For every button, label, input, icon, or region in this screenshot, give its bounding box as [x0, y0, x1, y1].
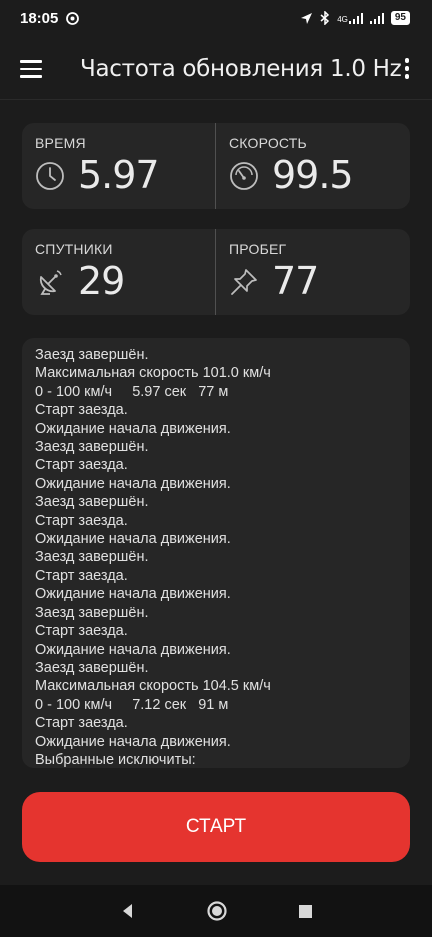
- status-time: 18:05: [20, 9, 59, 27]
- speed-cell: СКОРОСТЬ 99.5: [216, 123, 396, 209]
- status-right: 4G 95: [300, 11, 410, 25]
- stats-card-top: ВРЕМЯ 5.97 СКОРОСТЬ 99.5: [22, 123, 410, 209]
- log-line: Ожидание начала движения.: [35, 475, 231, 492]
- satellite-icon: [39, 270, 62, 295]
- distance-cell: ПРОБЕГ 77: [216, 229, 396, 315]
- log-line: Максимальная скорость 104.5 км/ч: [35, 678, 271, 695]
- log-line: Ожидание начала движения.: [35, 586, 231, 603]
- network-type: 4G: [337, 12, 363, 24]
- time-label: ВРЕМЯ: [35, 135, 86, 151]
- satellites-label: СПУТНИКИ: [35, 241, 113, 257]
- clock-icon: [36, 162, 64, 190]
- page-title: Частота обновления 1.0 Hz: [80, 56, 402, 82]
- log-line: 0 - 100 км/ч 5.97 сек 77 м: [35, 383, 229, 400]
- log-line: Старт заезда.: [35, 512, 128, 529]
- satellites-value: 29: [78, 259, 125, 303]
- log-line: Старт заезда.: [35, 457, 128, 474]
- log-line: Старт заезда.: [35, 567, 128, 584]
- app-bar: Частота обновления 1.0 Hz: [0, 38, 432, 100]
- log-line: Старт заезда.: [35, 715, 128, 732]
- location-arrow-icon: [301, 12, 313, 24]
- status-left: 18:05: [20, 9, 80, 27]
- log-line: Заезд завершён.: [35, 549, 149, 566]
- speed-label: СКОРОСТЬ: [229, 135, 307, 151]
- log-line: Старт заезда.: [35, 623, 128, 640]
- notification-icon: [66, 11, 80, 25]
- recents-icon[interactable]: [298, 904, 313, 919]
- distance-label: ПРОБЕГ: [229, 241, 287, 257]
- navigation-bar: [0, 885, 432, 937]
- log-line: Заезд завершён.: [35, 659, 149, 676]
- log-line: Заезд завершён.: [35, 347, 149, 363]
- speed-value: 99.5: [272, 153, 354, 197]
- log-line: Ожидание начала движения.: [35, 420, 231, 437]
- pin-icon: [231, 269, 257, 295]
- bluetooth-icon: [320, 11, 330, 25]
- log-line: Выбранные исключиты:: [35, 751, 196, 768]
- log-line: Ожидание начала движения.: [35, 641, 231, 658]
- distance-value: 77: [272, 259, 319, 303]
- log-line: Заезд завершён.: [35, 439, 149, 456]
- log-line: Ожидание начала движения.: [35, 733, 231, 750]
- home-icon[interactable]: [206, 900, 228, 922]
- log-line: Старт заезда.: [35, 402, 128, 419]
- battery-indicator: 95: [390, 11, 410, 25]
- log-line: Заезд завершён.: [35, 604, 149, 621]
- time-value: 5.97: [78, 153, 160, 197]
- status-bar: 18:05 4G 95: [0, 0, 432, 36]
- speedometer-icon: [230, 162, 258, 190]
- stats-card-bottom: СПУТНИКИ 29 ПРОБЕГ 77: [22, 229, 410, 315]
- satellites-cell: СПУТНИКИ 29: [22, 229, 202, 315]
- start-button[interactable]: СТАРТ: [22, 792, 410, 862]
- back-icon[interactable]: [120, 903, 136, 919]
- log-line: Заезд завершён.: [35, 494, 149, 511]
- signal-icon-2: [369, 12, 384, 24]
- log-panel[interactable]: Заезд завершён. Максимальная скорость 101…: [22, 338, 410, 768]
- log-line: Ожидание начала движения.: [35, 531, 231, 548]
- hamburger-menu-icon[interactable]: [20, 60, 42, 78]
- time-cell: ВРЕМЯ 5.97: [22, 123, 202, 209]
- more-vert-icon[interactable]: [404, 58, 410, 80]
- log-line: Максимальная скорость 101.0 км/ч: [35, 365, 271, 382]
- log-line: 0 - 100 км/ч 7.12 сек 91 м: [35, 696, 229, 713]
- signal-icon: [348, 12, 363, 24]
- log-lines: Заезд завершён. Максимальная скорость 101…: [22, 338, 410, 768]
